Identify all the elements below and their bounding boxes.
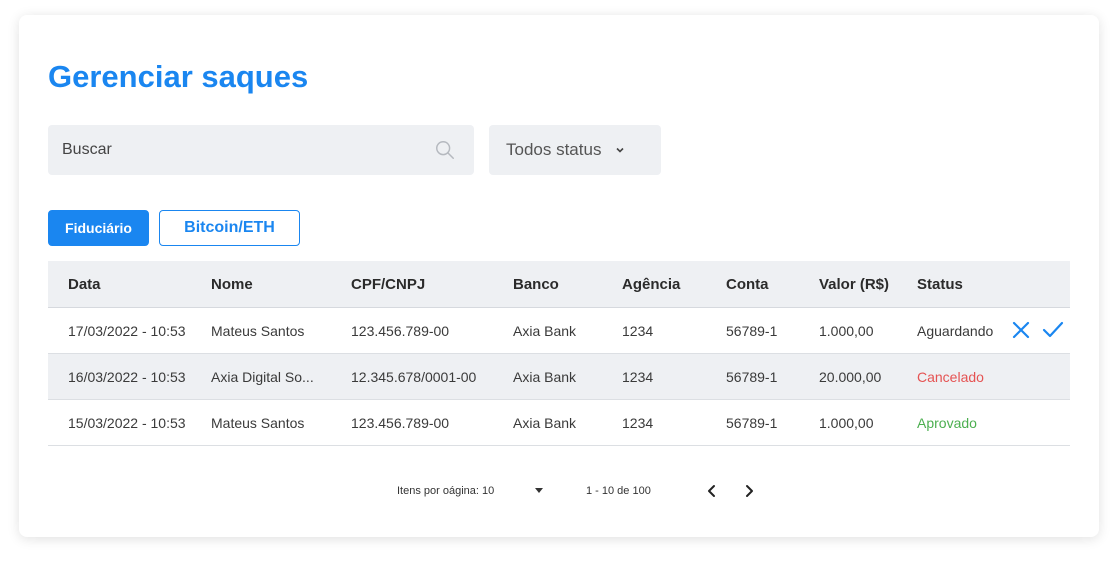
column-header-conta[interactable]: Conta	[726, 276, 769, 293]
column-header-data[interactable]: Data	[68, 276, 101, 293]
status-filter-select[interactable]: Todos status	[489, 125, 661, 175]
search-input[interactable]	[62, 141, 434, 159]
tab-fiduciario[interactable]: Fiduciário	[48, 210, 149, 246]
status-badge: Cancelado	[917, 368, 984, 385]
cell-nome: Mateus Santos	[211, 414, 305, 431]
column-header-valor[interactable]: Valor (R$)	[819, 276, 889, 293]
withdrawals-card: Gerenciar saques Todos status Fiduciário…	[19, 15, 1099, 537]
page-title: Gerenciar saques	[48, 59, 309, 94]
table-row[interactable]: 16/03/2022 - 10:53 Axia Digital So... 12…	[48, 354, 1070, 400]
check-icon[interactable]	[1042, 320, 1064, 340]
cell-banco: Axia Bank	[513, 368, 577, 385]
cell-conta: 56789-1	[726, 414, 778, 431]
chevron-left-icon[interactable]	[706, 483, 718, 499]
cell-valor: 1.000,00	[819, 414, 874, 431]
cell-valor: 20.000,00	[819, 368, 882, 385]
cell-agencia: 1234	[622, 414, 654, 431]
cell-cpf-cnpj: 123.456.789-00	[351, 322, 450, 339]
column-header-nome[interactable]: Nome	[211, 276, 253, 293]
caret-down-icon[interactable]	[535, 488, 543, 494]
cell-banco: Axia Bank	[513, 414, 577, 431]
cell-conta: 56789-1	[726, 322, 778, 339]
cell-agencia: 1234	[622, 368, 654, 385]
tab-bitcoin-eth[interactable]: Bitcoin/ETH	[159, 210, 300, 246]
table-header: Data Nome CPF/CNPJ Banco Agência Conta V…	[48, 261, 1070, 308]
cell-data: 16/03/2022 - 10:53	[68, 368, 186, 385]
pagination: Itens por oágina: 10 1 - 10 de 100	[19, 481, 1099, 503]
column-header-status[interactable]: Status	[917, 276, 963, 293]
column-header-agencia[interactable]: Agência	[622, 276, 680, 293]
cell-cpf-cnpj: 123.456.789-00	[351, 414, 450, 431]
cell-banco: Axia Bank	[513, 322, 577, 339]
cell-nome: Axia Digital So...	[211, 368, 314, 385]
cell-data: 15/03/2022 - 10:53	[68, 414, 186, 431]
column-header-cpf-cnpj[interactable]: CPF/CNPJ	[351, 276, 425, 293]
status-badge: Aprovado	[917, 414, 977, 431]
cell-valor: 1.000,00	[819, 322, 874, 339]
cell-nome: Mateus Santos	[211, 322, 305, 339]
status-badge: Aguardando	[917, 322, 994, 339]
cell-cpf-cnpj: 12.345.678/0001-00	[351, 368, 477, 385]
cell-agencia: 1234	[622, 322, 654, 339]
cell-conta: 56789-1	[726, 368, 778, 385]
items-per-page-label[interactable]: Itens por oágina: 10	[397, 485, 494, 497]
status-filter-value: Todos status	[506, 140, 602, 159]
search-box[interactable]	[48, 125, 474, 175]
table-row[interactable]: 15/03/2022 - 10:53 Mateus Santos 123.456…	[48, 400, 1070, 446]
chevron-right-icon[interactable]	[743, 483, 755, 499]
column-header-banco[interactable]: Banco	[513, 276, 559, 293]
chevron-down-icon	[616, 147, 625, 153]
withdrawals-table: Data Nome CPF/CNPJ Banco Agência Conta V…	[48, 261, 1070, 446]
cell-data: 17/03/2022 - 10:53	[68, 322, 186, 339]
search-icon[interactable]	[434, 139, 456, 161]
pagination-range: 1 - 10 de 100	[586, 485, 651, 497]
close-icon[interactable]	[1011, 320, 1031, 340]
table-row[interactable]: 17/03/2022 - 10:53 Mateus Santos 123.456…	[48, 308, 1070, 354]
